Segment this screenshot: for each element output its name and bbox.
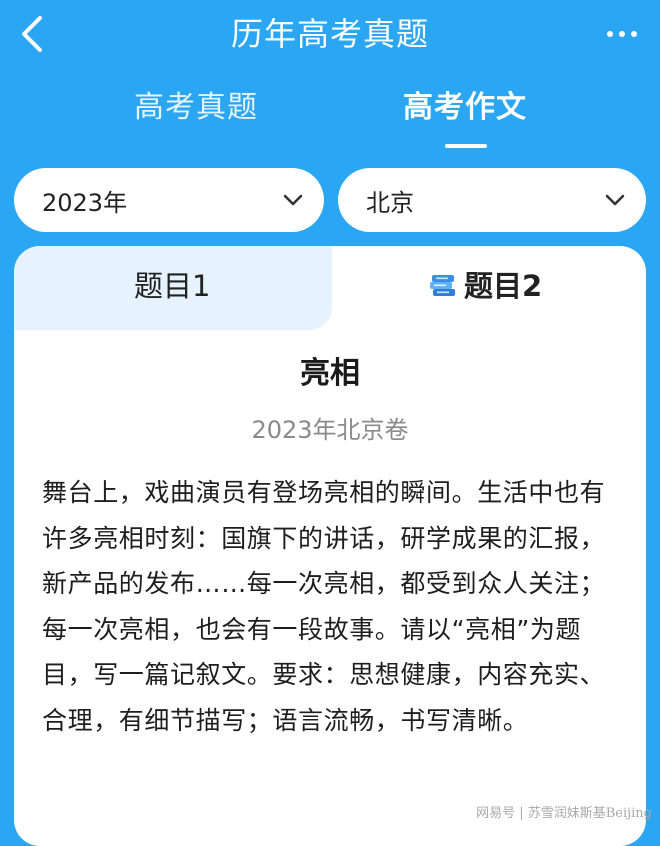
question-tabs: 题目1 题目2 xyxy=(14,246,646,330)
essay-prompt: 舞台上，戏曲演员有登场亮相的瞬间。生活中也有许多亮相时刻：国旗下的讲话，研学成果… xyxy=(42,478,606,735)
year-select-value: 2023年 xyxy=(42,188,128,217)
tab-gaokao-essay[interactable]: 高考作文 xyxy=(403,84,527,132)
region-select[interactable]: 北京 xyxy=(338,168,646,232)
chevron-down-icon xyxy=(605,194,625,206)
question-tab-1[interactable]: 题目1 xyxy=(134,264,210,308)
essay-card: 题目1 题目2 亮相 2023年北京卷 舞台上，戏曲演员有登场亮相的瞬间。生活中… xyxy=(14,246,646,846)
question-tab-2-label: 题目2 xyxy=(464,269,543,303)
active-tab-indicator xyxy=(445,144,487,148)
nav-bar: 历年高考真题 xyxy=(0,0,660,70)
watermark: 网易号 | 苏雪润妹斯基Beijing xyxy=(476,806,652,821)
page-title: 历年高考真题 xyxy=(230,15,429,53)
more-dot xyxy=(631,31,637,37)
essay-source: 2023年北京卷 xyxy=(251,416,409,444)
tab-gaokao-exam[interactable]: 高考真题 xyxy=(134,84,258,132)
more-button[interactable] xyxy=(598,14,646,54)
more-dot xyxy=(619,31,625,37)
essay-title: 亮相 xyxy=(300,356,360,391)
year-select[interactable]: 2023年 xyxy=(14,168,324,232)
question-tab-2[interactable]: 题目2 xyxy=(428,264,542,308)
region-select-value: 北京 xyxy=(366,188,414,217)
main-tabs: 高考真题 高考作文 xyxy=(0,84,660,154)
document-stack-icon xyxy=(430,275,455,296)
chevron-down-icon xyxy=(283,194,303,206)
more-dots-icon xyxy=(607,31,613,37)
